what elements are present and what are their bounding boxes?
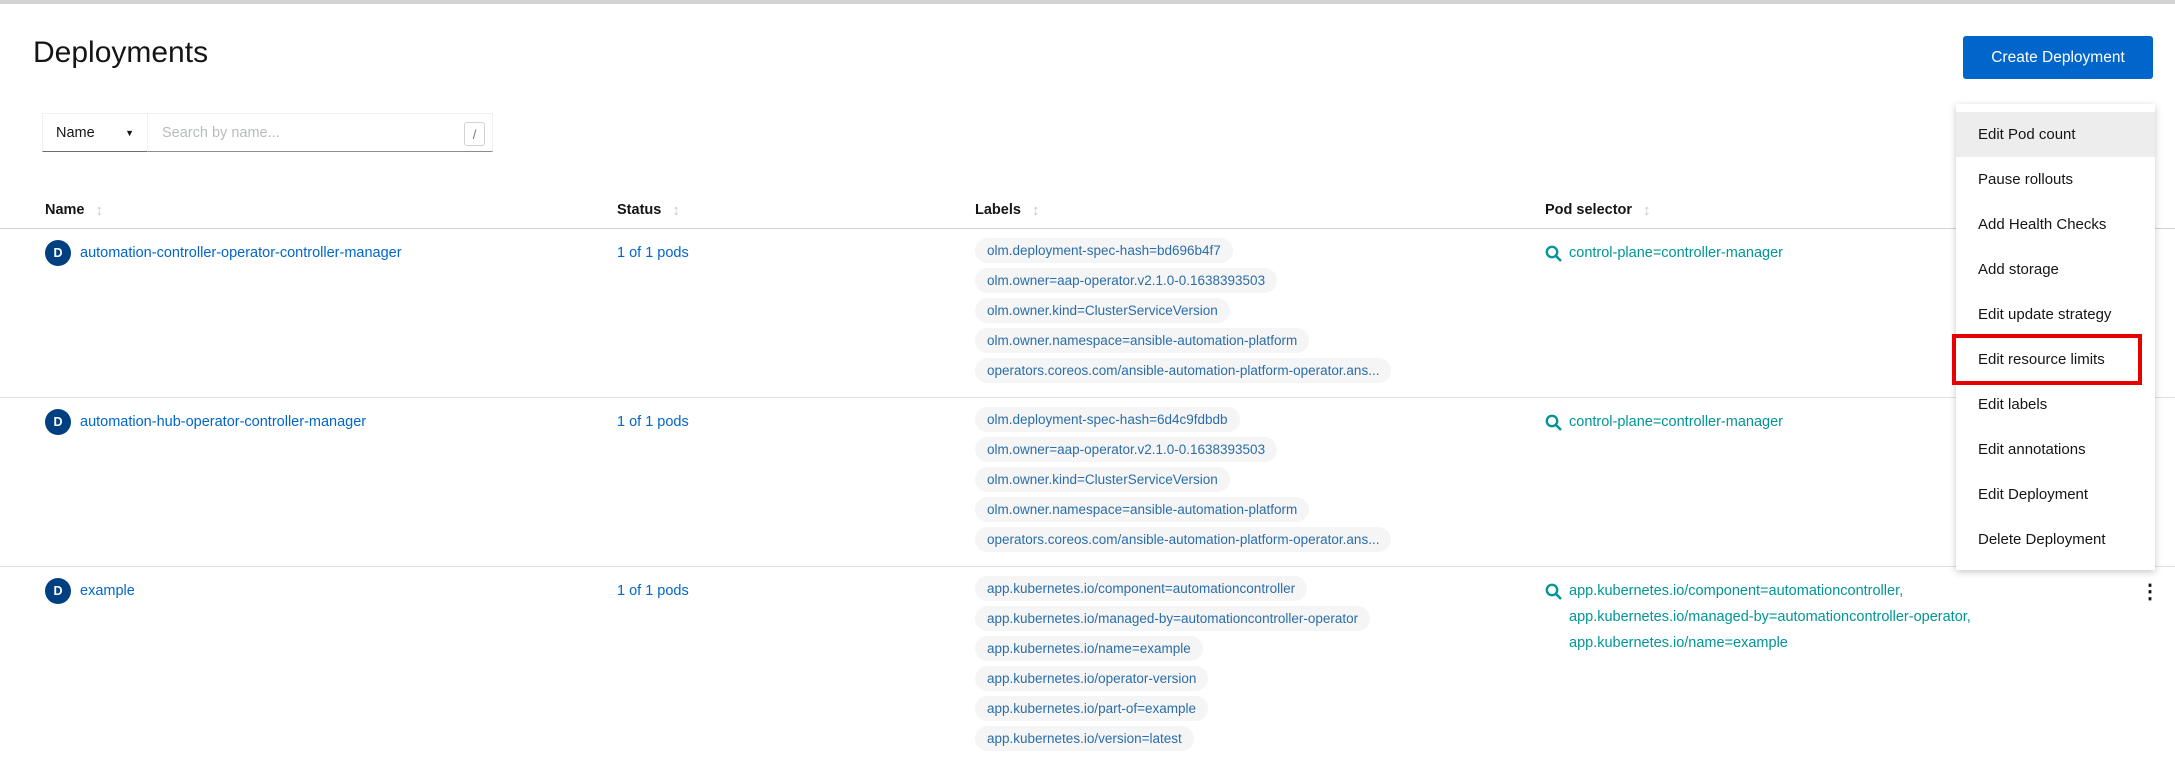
label-chip[interactable]: olm.owner=aap-operator.v2.1.0-0.16383935… <box>975 437 1277 462</box>
deployment-name-link[interactable]: automation-controller-operator-controlle… <box>80 240 402 266</box>
deployment-name-link[interactable]: example <box>80 578 135 604</box>
pod-selector-link[interactable]: app.kubernetes.io/component=automationco… <box>1569 578 1971 604</box>
label-chip[interactable]: olm.deployment-spec-hash=bd696b4f7 <box>975 238 1233 263</box>
filter-select-label: Name <box>56 125 95 141</box>
label-chip[interactable]: olm.owner.kind=ClusterServiceVersion <box>975 298 1230 323</box>
table-row: Dautomation-hub-operator-controller-mana… <box>0 398 2175 567</box>
page-title: Deployments <box>33 36 208 70</box>
name-filter-select[interactable]: Name ▼ <box>42 113 148 152</box>
deployment-name-link[interactable]: automation-hub-operator-controller-manag… <box>80 409 366 435</box>
pod-selector-lines: control-plane=controller-manager <box>1569 240 1783 266</box>
status-cell: 1 of 1 pods <box>617 229 975 397</box>
deployment-badge: D <box>45 578 71 604</box>
menu-item-edit-update-strategy[interactable]: Edit update strategy <box>1956 292 2155 337</box>
label-chip[interactable]: app.kubernetes.io/version=latest <box>975 726 1194 751</box>
menu-item-edit-deployment[interactable]: Edit Deployment <box>1956 472 2155 517</box>
menu-item-delete-deployment[interactable]: Delete Deployment <box>1956 517 2155 562</box>
label-chip[interactable]: app.kubernetes.io/managed-by=automationc… <box>975 606 1370 631</box>
name-cell: Dautomation-controller-operator-controll… <box>45 229 617 397</box>
pods-status-link[interactable]: 1 of 1 pods <box>617 583 689 599</box>
labels-cell: olm.deployment-spec-hash=bd696b4f7 olm.ow… <box>975 229 1545 397</box>
sort-icon: ↕ <box>1643 202 1651 219</box>
menu-item-edit-resource-limits[interactable]: Edit resource limits <box>1956 337 2155 382</box>
menu-item-edit-pod-count[interactable]: Edit Pod count <box>1956 112 2155 157</box>
table-header: Name ↕ Status ↕ Labels ↕ Pod selector ↕ <box>0 192 2175 229</box>
pod-selector-link[interactable]: control-plane=controller-manager <box>1569 409 1783 435</box>
table-body: Dautomation-controller-operator-controll… <box>0 229 2175 765</box>
menu-item-edit-labels[interactable]: Edit labels <box>1956 382 2155 427</box>
pod-selector-link[interactable]: control-plane=controller-manager <box>1569 240 1783 266</box>
label-chip[interactable]: olm.owner.kind=ClusterServiceVersion <box>975 467 1230 492</box>
search-icon <box>1545 414 1562 436</box>
kebab-menu-button[interactable]: ⋮ <box>2140 583 2160 601</box>
label-chip[interactable]: operators.coreos.com/ansible-automation-… <box>975 527 1391 552</box>
name-cell: Dautomation-hub-operator-controller-mana… <box>45 398 617 566</box>
search-input[interactable] <box>148 125 438 141</box>
status-cell: 1 of 1 pods <box>617 567 975 765</box>
pods-status-link[interactable]: 1 of 1 pods <box>617 414 689 430</box>
menu-item-edit-annotations[interactable]: Edit annotations <box>1956 427 2155 472</box>
menu-item-pause-rollouts[interactable]: Pause rollouts <box>1956 157 2155 202</box>
actions-menu: Edit Pod count Pause rollouts Add Health… <box>1956 104 2155 570</box>
labels-cell: app.kubernetes.io/component=automationco… <box>975 567 1545 765</box>
deployment-badge: D <box>45 409 71 435</box>
pod-selector-link[interactable]: app.kubernetes.io/managed-by=automationc… <box>1569 604 1971 630</box>
label-chip[interactable]: olm.deployment-spec-hash=6d4c9fdbdb <box>975 407 1240 432</box>
search-icon <box>1545 583 1562 605</box>
chevron-down-icon: ▼ <box>125 128 134 138</box>
deployment-badge: D <box>45 240 71 266</box>
sort-icon: ↕ <box>672 202 680 219</box>
slash-shortcut-badge: / <box>464 122 485 146</box>
table-row: Dexample1 of 1 podsapp.kubernetes.io/com… <box>0 567 2175 765</box>
pod-selector-lines: control-plane=controller-manager <box>1569 409 1783 435</box>
pods-status-link[interactable]: 1 of 1 pods <box>617 245 689 261</box>
label-chip[interactable]: operators.coreos.com/ansible-automation-… <box>975 358 1391 383</box>
sort-icon: ↕ <box>96 202 104 219</box>
label-chip[interactable]: app.kubernetes.io/name=example <box>975 636 1203 661</box>
pod-selector-cell: app.kubernetes.io/component=automationco… <box>1545 567 2080 765</box>
label-chip[interactable]: olm.owner=aap-operator.v2.1.0-0.16383935… <box>975 268 1277 293</box>
top-border <box>0 0 2175 4</box>
label-chip[interactable]: olm.owner.namespace=ansible-automation-p… <box>975 328 1309 353</box>
label-chip[interactable]: olm.owner.namespace=ansible-automation-p… <box>975 497 1309 522</box>
name-cell: Dexample <box>45 567 617 765</box>
sort-icon: ↕ <box>1032 202 1040 219</box>
menu-item-add-storage[interactable]: Add storage <box>1956 247 2155 292</box>
label-chip[interactable]: app.kubernetes.io/operator-version <box>975 666 1208 691</box>
search-icon <box>1545 245 1562 267</box>
kebab-cell: ⋮ <box>2080 567 2175 765</box>
search-field: / <box>148 113 493 152</box>
create-deployment-button[interactable]: Create Deployment <box>1963 36 2153 79</box>
column-header-status[interactable]: Status ↕ <box>617 202 975 219</box>
pod-selector-lines: app.kubernetes.io/component=automationco… <box>1569 578 1971 656</box>
label-chip[interactable]: app.kubernetes.io/part-of=example <box>975 696 1208 721</box>
column-header-name[interactable]: Name ↕ <box>45 202 617 219</box>
table-row: Dautomation-controller-operator-controll… <box>0 229 2175 398</box>
menu-item-add-health-checks[interactable]: Add Health Checks <box>1956 202 2155 247</box>
status-cell: 1 of 1 pods <box>617 398 975 566</box>
labels-cell: olm.deployment-spec-hash=6d4c9fdbdb olm.o… <box>975 398 1545 566</box>
label-chip[interactable]: app.kubernetes.io/component=automationco… <box>975 576 1307 601</box>
pod-selector-link[interactable]: app.kubernetes.io/name=example <box>1569 630 1971 656</box>
column-header-labels[interactable]: Labels ↕ <box>975 202 1545 219</box>
filter-toolbar: Name ▼ / <box>42 113 493 152</box>
deployments-page: Deployments Create Deployment Name ▼ / N… <box>0 0 2175 765</box>
